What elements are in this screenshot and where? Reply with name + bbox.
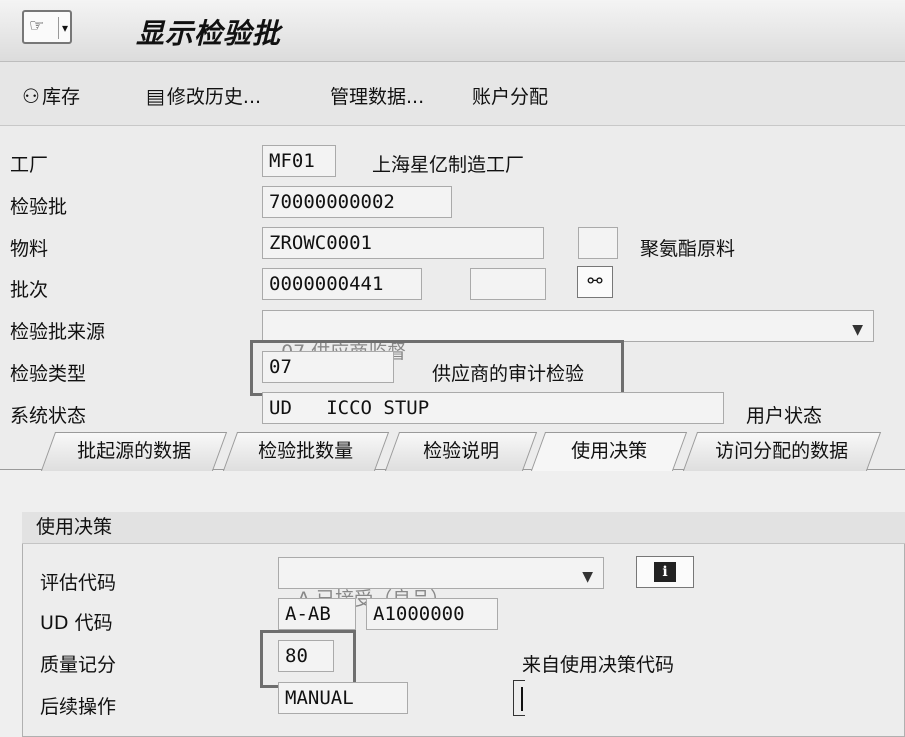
tab-assigned-data[interactable]: 访问分配的数据 <box>682 432 882 471</box>
chevron-down-icon: ▼ <box>852 322 863 338</box>
plant-field[interactable]: MF01 <box>262 145 336 177</box>
lot-origin-label: 检验批来源 <box>10 321 106 343</box>
valuation-code-label: 评估代码 <box>40 572 117 594</box>
quality-score-highlight <box>260 630 356 688</box>
material-field[interactable]: ZROWC0001 <box>262 227 544 259</box>
group-title: 使用决策 <box>22 512 905 544</box>
chevron-down-icon: ▼ <box>582 569 593 585</box>
change-history-button[interactable]: ▤ 修改历史... <box>146 82 261 109</box>
page-title: 显示检验批 <box>136 17 282 50</box>
follow-up-action-label: 后续操作 <box>40 696 117 718</box>
batch-label: 批次 <box>10 279 49 301</box>
user-status-label: 用户状态 <box>746 405 823 427</box>
document-history-icon: ▤ <box>146 84 165 108</box>
material-extra-field[interactable] <box>578 227 618 259</box>
ud-code-group-field[interactable]: A1000000 <box>366 598 498 630</box>
menu-button[interactable]: ☞ ▾ <box>22 10 72 44</box>
person-icon: ⚇ <box>22 84 40 108</box>
tab-lot-origin-data[interactable]: 批起源的数据 <box>40 432 228 471</box>
account-assignment-button[interactable]: 账户分配 <box>472 82 548 109</box>
from-ud-code-text: 来自使用决策代码 <box>522 654 675 676</box>
inspection-type-label: 检验类型 <box>10 363 87 385</box>
tab-lot-quantity[interactable]: 检验批数量 <box>222 432 390 471</box>
tab-bar: 批起源的数据 检验批数量 检验说明 使用决策 访问分配的数据 <box>0 432 905 471</box>
lot-origin-dropdown[interactable]: 07 供应商监督 ▼ <box>262 310 874 363</box>
valuation-code-dropdown[interactable]: A 已接受（良品） ▼ <box>278 557 604 610</box>
inspection-type-highlight <box>250 340 624 396</box>
sap-menu-icon: ☞ <box>29 16 45 36</box>
material-label: 物料 <box>10 238 49 260</box>
glasses-icon: ⚯ <box>587 271 603 292</box>
info-button[interactable]: i <box>636 556 694 588</box>
ud-code-field[interactable]: A-AB <box>278 598 356 630</box>
title-bar: ☞ ▾ 显示检验批 <box>0 0 905 62</box>
dropdown-icon: ▾ <box>62 21 69 35</box>
inspection-lot-label: 检验批 <box>10 196 68 218</box>
system-status-field[interactable]: UD ICCO STUP <box>262 392 724 424</box>
inspection-lot-field[interactable]: 70000000002 <box>262 186 452 218</box>
batch-extra-field[interactable] <box>470 268 546 300</box>
batch-detail-button[interactable]: ⚯ <box>577 266 613 298</box>
text-cursor-field[interactable] <box>513 680 525 716</box>
info-icon: i <box>654 562 676 582</box>
plant-description: 上海星亿制造工厂 <box>372 154 525 176</box>
quality-score-label: 质量记分 <box>40 654 117 676</box>
admin-data-button[interactable]: 管理数据... <box>330 82 424 109</box>
ud-code-label: UD 代码 <box>40 612 113 634</box>
tab-usage-decision[interactable]: 使用决策 <box>530 432 688 471</box>
plant-label: 工厂 <box>10 154 49 176</box>
stock-button[interactable]: ⚇ 库存 <box>22 82 80 109</box>
batch-field[interactable]: 0000000441 <box>262 268 422 300</box>
tab-inspection-text[interactable]: 检验说明 <box>384 432 538 471</box>
material-description: 聚氨酯原料 <box>640 238 736 260</box>
system-status-label: 系统状态 <box>10 405 87 427</box>
toolbar: ⚇ 库存 ▤ 修改历史... 管理数据... 账户分配 <box>0 62 905 126</box>
follow-up-action-field[interactable]: MANUAL <box>278 682 408 714</box>
